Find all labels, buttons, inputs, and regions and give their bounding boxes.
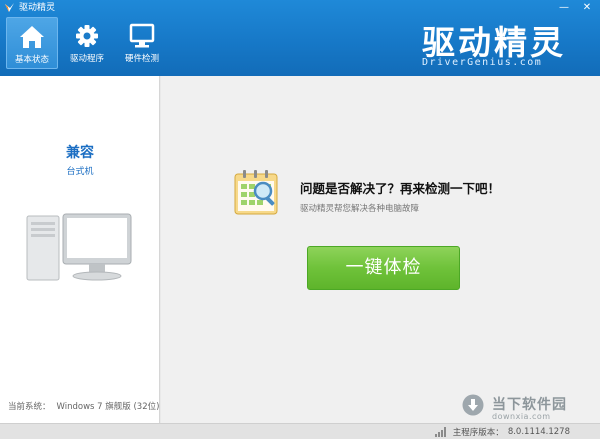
app-header: 驱动精灵 — ✕ 基本状态 驱动程序 硬件检测 驱动精灵 DriverGeniu… (0, 0, 600, 76)
main-content: 问题是否解决了？再来检测一下吧！ 驱动精灵帮您解决各种电脑故障 一键体检 当下软… (161, 76, 600, 423)
watermark-url: downxia.com (492, 412, 551, 421)
current-system-info: 当前系统： Windows 7 旗舰版 (32位) (8, 400, 159, 412)
gear-icon (76, 25, 98, 47)
brand-subtitle: DriverGenius.com (422, 57, 543, 68)
computer-name: 兼容 (66, 145, 94, 161)
computer-type: 台式机 (66, 167, 94, 177)
version-label: 主程序版本： (452, 428, 504, 438)
subline-text: 驱动精灵帮您解决各种电脑故障 (300, 204, 420, 214)
version-value: 8.0.1114.1278 (507, 427, 570, 437)
one-click-scan-button[interactable]: 一键体检 (307, 246, 460, 290)
nav-label: 基本状态 (14, 55, 49, 65)
calendar-search-icon (234, 170, 278, 215)
window-title: 驱动精灵 (19, 3, 56, 13)
watermark-text: 当下软件园 (492, 397, 567, 413)
signal-icon (434, 427, 446, 437)
status-bar: 主程序版本： 8.0.1114.1278 (0, 423, 600, 439)
nav-item-hardware[interactable]: 硬件检测 (116, 17, 168, 69)
desktop-computer-icon (26, 213, 132, 281)
nav-label: 驱动程序 (69, 54, 104, 64)
headline-text: 问题是否解决了？再来检测一下吧！ (300, 181, 501, 196)
watermark-logo: 当下软件园 downxia.com (462, 392, 582, 426)
app-logo-icon (5, 3, 14, 12)
computer-panel: 兼容 台式机 当前系统： Windows 7 旗舰版 (32位) (0, 76, 160, 423)
nav-item-drivers[interactable]: 驱动程序 (61, 17, 113, 69)
brand-logo: 驱动精灵 DriverGenius.com (422, 12, 572, 72)
system-label: 当前系统： (8, 402, 51, 412)
download-icon (462, 394, 484, 416)
version-info: 主程序版本： 8.0.1114.1278 (434, 426, 570, 438)
monitor-icon (129, 23, 155, 48)
main-nav: 基本状态 驱动程序 硬件检测 (6, 17, 171, 69)
nav-label: 硬件检测 (124, 54, 159, 64)
system-value: Windows 7 旗舰版 (32位) (56, 402, 160, 412)
close-button[interactable]: ✕ (574, 0, 600, 16)
nav-item-basic-status[interactable]: 基本状态 (6, 17, 58, 69)
home-icon (20, 26, 44, 48)
